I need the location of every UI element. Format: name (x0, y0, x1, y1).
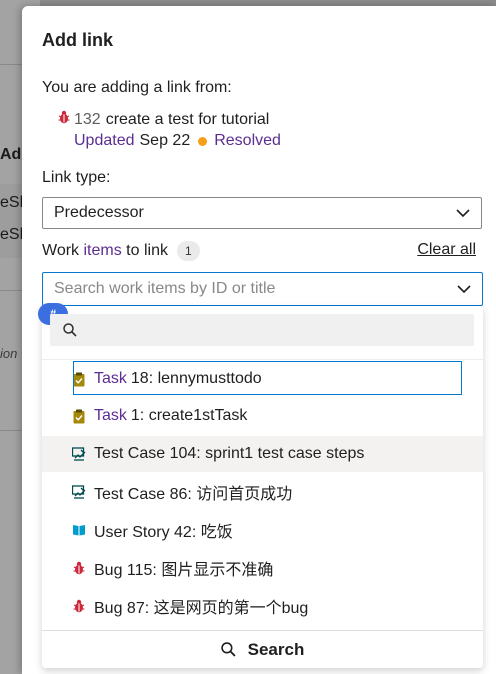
result-title: Test Case 86: 访问首页成功 (94, 486, 293, 503)
link-type-label: Link type: (42, 169, 111, 186)
result-item[interactable]: Test Case 104: sprint1 test case steps (42, 436, 483, 472)
chevron-down-icon[interactable] (456, 282, 472, 301)
updated-label: Updated (74, 132, 135, 149)
link-type-dropdown[interactable]: Predecessor (42, 197, 482, 229)
work-item-search-input[interactable]: Search work items by ID or title (42, 272, 483, 306)
focus-ring (73, 361, 462, 395)
result-title: Bug 87: 这是网页的第一个bug (94, 600, 309, 617)
work-items-label-prefix: Work (42, 242, 84, 259)
clear-all-link[interactable]: Clear all (417, 241, 476, 259)
bug-icon (72, 598, 86, 614)
updated-date: Sep 22 (139, 132, 191, 149)
search-icon (63, 323, 77, 337)
search-button[interactable]: Search (42, 630, 483, 668)
search-icon (220, 642, 236, 657)
filter-input[interactable] (50, 314, 474, 346)
result-item[interactable]: Test Case 86: 访问首页成功 (42, 474, 483, 510)
result-item[interactable]: Task 1: create1stTask (42, 398, 483, 434)
source-item-status: Updated Sep 22 Resolved (74, 132, 281, 150)
test-case-icon (72, 484, 86, 500)
panel-title: Add link (42, 30, 113, 50)
result-item[interactable]: Bug 87: 这是网页的第一个bug (42, 588, 483, 624)
work-items-label-suffix: to link (121, 242, 168, 259)
search-results-dropdown: # Task 18: lennymusttodo Task 1: create1… (38, 303, 483, 668)
search-placeholder: Search work items by ID or title (54, 280, 276, 297)
bg-text-fragment: ion (0, 346, 18, 361)
result-item[interactable]: Bug 115: 图片显示不准确 (42, 550, 483, 586)
result-title: Bug 115: 图片显示不准确 (94, 562, 274, 579)
result-title: Test Case 104: sprint1 test case steps (94, 445, 365, 462)
chevron-down-icon (455, 206, 471, 225)
result-item[interactable]: Task 18: lennymusttodo (42, 361, 483, 397)
test-case-icon (72, 446, 86, 462)
bg-text-fragment: Ad (0, 146, 22, 163)
bug-icon (58, 110, 70, 129)
link-type-value: Predecessor (54, 204, 144, 221)
divider (42, 359, 483, 360)
bug-icon (72, 560, 86, 576)
add-link-panel: Add link You are adding a link from: 132… (22, 6, 496, 674)
result-title: User Story 42: 吃饭 (94, 524, 233, 541)
result-type: Task (94, 407, 127, 424)
work-items-label-highlight: items (83, 242, 122, 259)
source-item-id: 132 (74, 110, 101, 128)
state-label: Resolved (214, 132, 281, 149)
selected-count-badge: 1 (176, 241, 200, 261)
work-items-to-link-label: Work items to link 1 (42, 241, 200, 261)
search-button-label: Search (247, 639, 305, 659)
result-title: 1: create1stTask (130, 407, 248, 424)
state-dot (198, 136, 208, 146)
source-work-item: 132 create a test for tutorial (58, 110, 269, 129)
source-item-title: create a test for tutorial (105, 110, 270, 128)
result-item[interactable]: User Story 42: 吃饭 (42, 512, 483, 548)
user-story-icon (72, 522, 86, 538)
task-icon (72, 408, 86, 424)
from-label: You are adding a link from: (42, 79, 232, 96)
